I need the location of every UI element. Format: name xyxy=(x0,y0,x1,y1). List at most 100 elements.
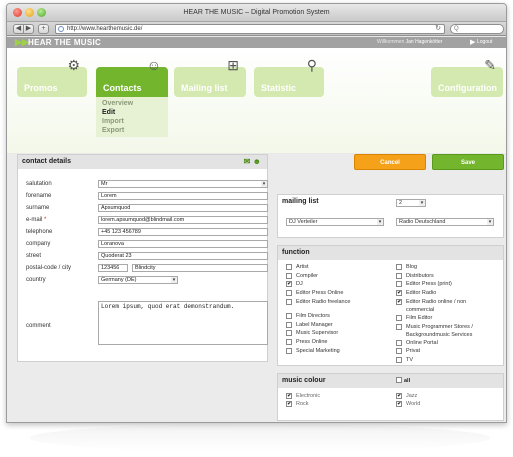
city-field[interactable]: Blindcity xyxy=(132,264,268,272)
checkbox-box xyxy=(396,348,402,355)
required-marker: * xyxy=(44,217,47,223)
function-right-7-checkbox[interactable]: Online Portal xyxy=(396,339,438,348)
contact-details-panel: contact details ✉ ☻ salutation Mr ▾ foren… xyxy=(17,154,268,362)
function-right-5-label: Film Editor xyxy=(406,314,433,321)
chevron-down-icon: ▾ xyxy=(261,181,267,187)
function-right-4-checkbox[interactable]: ✔ Editor Radio online / non commercial xyxy=(396,298,466,314)
add-person-icon[interactable]: ☻ xyxy=(253,157,261,166)
welcome-text: Willkommen Jan Hagenkötter xyxy=(377,39,442,46)
function-right-1-checkbox[interactable]: Distributors xyxy=(396,272,434,281)
checkmark-icon: ✔ xyxy=(286,393,292,399)
checkbox-box xyxy=(396,339,402,346)
logout-link[interactable]: Logout xyxy=(477,39,492,46)
checkbox-box xyxy=(286,264,292,270)
cancel-button[interactable]: Cancel xyxy=(354,154,426,170)
subnav-export[interactable]: Export xyxy=(96,126,168,135)
mailing-list-select-1[interactable]: DJ Verteiler ▾ xyxy=(286,218,384,226)
function-left-4-label: Editor Radio freelance xyxy=(296,298,351,305)
mailing-list-title: mailing list xyxy=(282,198,319,205)
salutation-select[interactable]: Mr ▾ xyxy=(98,180,268,188)
mailing-list-select-2[interactable]: Radio Deutschland ▾ xyxy=(396,218,494,226)
function-left-6-label: Label Manager xyxy=(296,321,333,328)
checkbox-box xyxy=(396,356,402,363)
function-left-3-checkbox[interactable]: Editor Press Online xyxy=(286,290,343,298)
function-right-3-checkbox[interactable]: ✔ Editor Radio xyxy=(396,290,436,298)
mailing-list-header: mailing list xyxy=(278,195,503,209)
function-right-5-checkbox[interactable]: Film Editor xyxy=(396,314,433,323)
logout-icon[interactable]: ▶ xyxy=(470,39,475,46)
function-right-9-checkbox[interactable]: TV xyxy=(396,356,414,365)
country-select[interactable]: Germany (DE) ▾ xyxy=(98,276,178,284)
chevron-down-icon: ▾ xyxy=(419,200,425,206)
app-header: ▶▶ HEAR THE MUSIC Willkommen Jan Hagenkö… xyxy=(7,37,506,48)
function-left-6-checkbox[interactable]: Label Manager xyxy=(286,321,333,330)
tab-statistic[interactable]: ⚲ Statistic xyxy=(254,58,324,97)
checkbox-box xyxy=(286,338,292,345)
surname-field[interactable]: Apsumquod xyxy=(98,204,268,212)
checkbox-box xyxy=(396,314,402,321)
email-field[interactable]: lorem.apsumquod@blindmail.com xyxy=(98,216,268,224)
forward-button[interactable]: ▶ xyxy=(23,24,34,34)
tab-mailing-list-label: Mailing list xyxy=(181,83,228,93)
music-colour-1-checkbox[interactable]: ✔ Rock xyxy=(286,401,309,409)
company-field[interactable]: Loranova xyxy=(98,240,268,248)
mailing-list-1-value: DJ Verteiler xyxy=(289,219,318,225)
music-all-checkbox[interactable]: all xyxy=(396,377,410,385)
checkbox-box xyxy=(396,281,402,288)
function-right-0-checkbox[interactable]: Blog xyxy=(396,264,417,272)
function-left-0-checkbox[interactable]: Artist xyxy=(286,264,309,272)
postal-code-field[interactable]: 123456 xyxy=(98,264,128,272)
address-bar[interactable]: http://www.hearthemusic.de/ ↻ xyxy=(55,24,445,34)
comment-textarea[interactable]: Lorem ipsum, quod erat demonstrandum. xyxy=(98,301,268,345)
tab-promos[interactable]: ⚙ Promos xyxy=(17,58,87,97)
function-left-4-checkbox[interactable]: Editor Radio freelance xyxy=(286,298,351,307)
search-field[interactable]: Q xyxy=(450,24,504,34)
function-right-2-checkbox[interactable]: Editor Press (print) xyxy=(396,281,452,289)
subnav-edit[interactable]: Edit xyxy=(96,108,168,117)
save-button[interactable]: Save xyxy=(432,154,504,170)
function-right-0-label: Blog xyxy=(406,264,418,270)
music-colour-panel: music colour all ✔ Electronic ✔ Rock ✔ Jazz ✔ W… xyxy=(277,373,504,421)
mailing-list-count-select[interactable]: 2 ▾ xyxy=(396,199,426,207)
add-bookmark-button[interactable]: + xyxy=(38,24,49,34)
music-colour-3-checkbox[interactable]: ✔ World xyxy=(396,401,420,409)
checkbox-box xyxy=(286,347,292,354)
refresh-icon[interactable]: ↻ xyxy=(435,25,441,33)
window-reflection xyxy=(30,424,490,452)
function-right-8-checkbox[interactable]: Privat xyxy=(396,348,420,356)
checkbox-box xyxy=(396,264,402,270)
mailing-list-count: 2 xyxy=(399,200,403,206)
telephone-field[interactable]: +45 123 456789 xyxy=(98,228,268,236)
checkbox-box xyxy=(286,312,292,319)
function-left-7-label: Music Supervisor xyxy=(296,330,339,337)
subnav-import[interactable]: Import xyxy=(96,117,168,126)
logo-text: HEAR THE MUSIC xyxy=(28,38,102,47)
tab-mailing-list[interactable]: ⊞ Mailing list xyxy=(174,58,246,97)
function-right-2-label: Editor Press (print) xyxy=(406,281,452,288)
function-right-9-label: TV xyxy=(406,356,414,363)
chevron-down-icon: ▾ xyxy=(171,277,177,283)
function-left-8-checkbox[interactable]: Press Online xyxy=(286,338,328,347)
tab-configuration-label: Configuration xyxy=(438,83,497,93)
country-value: Germany (DE) xyxy=(101,277,137,283)
function-left-7-checkbox[interactable]: Music Supervisor xyxy=(286,330,338,338)
surname-label: surname xyxy=(26,205,50,211)
street-field[interactable]: Quoderat 23 xyxy=(98,252,268,260)
function-right-6-checkbox[interactable]: Music Programmer Stores / Backgroundmusic… xyxy=(396,323,473,339)
music-colour-0-checkbox[interactable]: ✔ Electronic xyxy=(286,393,320,401)
mail-icon[interactable]: ✉ xyxy=(244,157,251,166)
forename-field[interactable]: Lorem xyxy=(98,192,268,200)
function-left-1-checkbox[interactable]: Compiler xyxy=(286,272,318,281)
chevron-down-icon: ▾ xyxy=(487,219,493,225)
function-left-5-checkbox[interactable]: Film Directors xyxy=(286,312,330,321)
function-left-0-label: Artist xyxy=(296,264,309,270)
function-left-2-checkbox[interactable]: ✔ DJ xyxy=(286,281,303,289)
salutation-value: Mr xyxy=(101,181,108,187)
function-header: function xyxy=(278,246,503,260)
tab-configuration[interactable]: ✎ Configuration xyxy=(431,58,503,97)
tab-statistic-label: Statistic xyxy=(261,83,297,93)
email-label-text: e-mail xyxy=(26,217,43,223)
music-colour-2-checkbox[interactable]: ✔ Jazz xyxy=(396,393,417,401)
subnav-overview[interactable]: Overview xyxy=(96,99,168,108)
function-left-9-checkbox[interactable]: Special Marketing xyxy=(286,347,340,356)
